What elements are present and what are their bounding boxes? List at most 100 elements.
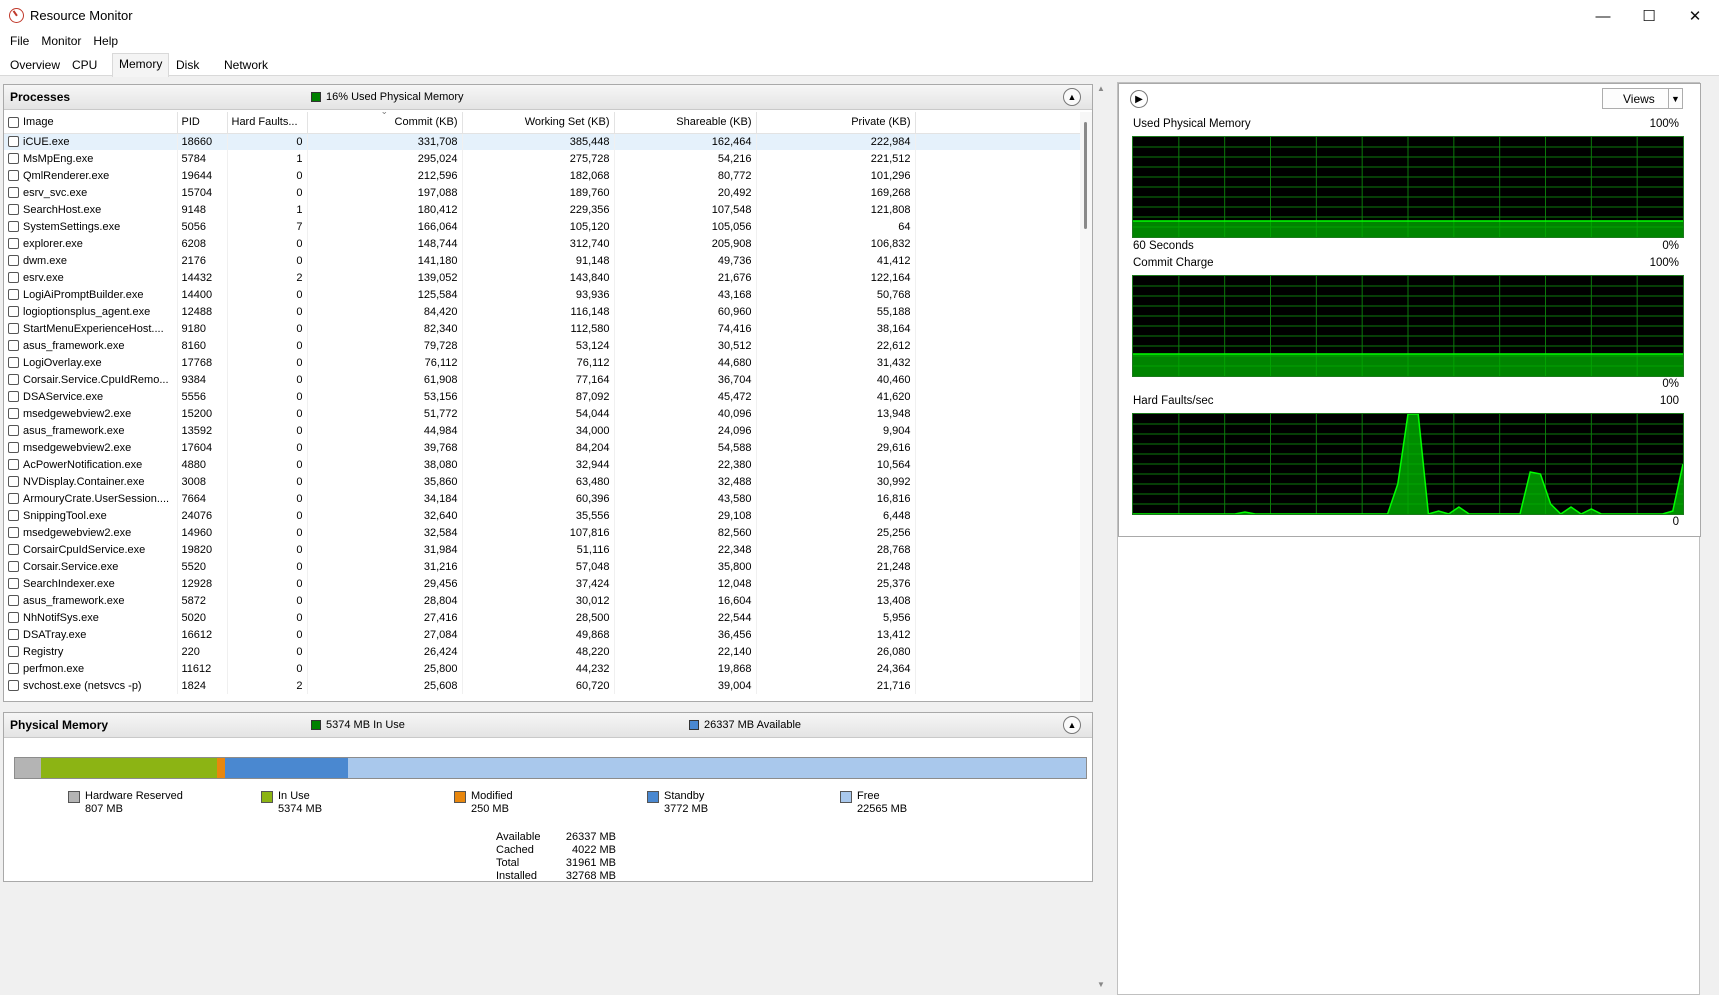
table-row[interactable]: esrv_svc.exe 15704 0 197,088 189,760 20,492 16… bbox=[4, 184, 1087, 201]
table-row[interactable]: iCUE.exe 18660 0 331,708 385,448 162,464 222,9… bbox=[4, 133, 1087, 150]
table-row[interactable]: logioptionsplus_agent.exe 12488 0 84,420 116… bbox=[4, 303, 1087, 320]
process-checkbox[interactable] bbox=[8, 221, 19, 233]
table-row[interactable]: SearchHost.exe 9148 1 180,412 229,356 107,548… bbox=[4, 201, 1087, 218]
scroll-down-icon[interactable]: ▼ bbox=[1097, 980, 1105, 989]
table-row[interactable]: MsMpEng.exe 5784 1 295,024 275,728 54,216 221,… bbox=[4, 150, 1087, 167]
table-row[interactable]: AcPowerNotification.exe 4880 0 38,080 32,944… bbox=[4, 456, 1087, 473]
process-checkbox[interactable] bbox=[8, 578, 19, 590]
minimize-button[interactable]: — bbox=[1580, 0, 1626, 32]
table-row[interactable]: asus_framework.exe 5872 0 28,804 30,012 16,60… bbox=[4, 592, 1087, 609]
table-row[interactable]: SystemSettings.exe 5056 7 166,064 105,120 105… bbox=[4, 218, 1087, 235]
process-checkbox[interactable] bbox=[8, 306, 19, 318]
table-row[interactable]: esrv.exe 14432 2 139,052 143,840 21,676 122,16… bbox=[4, 269, 1087, 286]
process-checkbox[interactable] bbox=[8, 272, 19, 284]
process-checkbox[interactable] bbox=[8, 680, 19, 692]
process-checkbox[interactable] bbox=[8, 238, 19, 250]
process-checkbox[interactable] bbox=[8, 544, 19, 556]
process-checkbox[interactable] bbox=[8, 646, 19, 658]
process-checkbox[interactable] bbox=[8, 595, 19, 607]
table-row[interactable]: Registry 220 0 26,424 48,220 22,140 26,080 bbox=[4, 643, 1087, 660]
column-working-set[interactable]: Working Set (KB) bbox=[462, 112, 615, 134]
close-button[interactable]: ✕ bbox=[1672, 0, 1718, 32]
right-pane-scrollbar[interactable] bbox=[1704, 82, 1719, 995]
process-checkbox[interactable] bbox=[8, 493, 19, 505]
menu-help[interactable]: Help bbox=[87, 32, 124, 52]
table-row[interactable]: Corsair.Service.exe 5520 0 31,216 57,048 35,8… bbox=[4, 558, 1087, 575]
menu-monitor[interactable]: Monitor bbox=[35, 32, 87, 52]
table-row[interactable]: perfmon.exe 11612 0 25,800 44,232 19,868 24,36… bbox=[4, 660, 1087, 677]
tab-cpu[interactable]: CPU bbox=[66, 55, 103, 76]
column-shareable[interactable]: Shareable (KB) bbox=[614, 112, 757, 134]
process-checkbox[interactable] bbox=[8, 561, 19, 573]
process-checkbox[interactable] bbox=[8, 340, 19, 352]
process-checkbox[interactable] bbox=[8, 153, 19, 165]
maximize-button[interactable]: ☐ bbox=[1626, 0, 1672, 32]
tab-overview[interactable]: Overview bbox=[4, 55, 66, 76]
process-checkbox[interactable] bbox=[8, 527, 19, 539]
process-checkbox[interactable] bbox=[8, 323, 19, 335]
process-checkbox[interactable] bbox=[8, 204, 19, 216]
collapse-physical-memory-button[interactable]: ▲ bbox=[1063, 716, 1081, 734]
table-row[interactable]: explorer.exe 6208 0 148,744 312,740 205,908 10… bbox=[4, 235, 1087, 252]
tab-disk[interactable]: Disk bbox=[170, 55, 205, 76]
table-row[interactable]: SnippingTool.exe 24076 0 32,640 35,556 29,108… bbox=[4, 507, 1087, 524]
column-commit[interactable]: ⌄Commit (KB) bbox=[307, 112, 463, 134]
row-filler bbox=[915, 507, 1087, 524]
table-row[interactable]: Corsair.Service.CpuIdRemo... 9384 0 61,908 7… bbox=[4, 371, 1087, 388]
expand-graphs-button[interactable]: ▶ bbox=[1130, 90, 1148, 108]
left-pane-scrollbar[interactable]: ▲ ▼ bbox=[1095, 82, 1110, 995]
process-checkbox[interactable] bbox=[8, 663, 19, 675]
processes-scrollbar[interactable] bbox=[1080, 112, 1092, 701]
table-row[interactable]: DSAService.exe 5556 0 53,156 87,092 45,472 41,… bbox=[4, 388, 1087, 405]
table-row[interactable]: StartMenuExperienceHost.... 9180 0 82,340 11… bbox=[4, 320, 1087, 337]
select-all-checkbox[interactable] bbox=[8, 116, 19, 128]
table-row[interactable]: ArmouryCrate.UserSession.... 7664 0 34,184 6… bbox=[4, 490, 1087, 507]
views-dropdown-icon[interactable]: ▼ bbox=[1668, 89, 1682, 108]
table-row[interactable]: asus_framework.exe 8160 0 79,728 53,124 30,51… bbox=[4, 337, 1087, 354]
table-row[interactable]: dwm.exe 2176 0 141,180 91,148 49,736 41,412 bbox=[4, 252, 1087, 269]
column-image[interactable]: Image bbox=[4, 112, 178, 134]
process-checkbox[interactable] bbox=[8, 187, 19, 199]
table-row[interactable]: msedgewebview2.exe 17604 0 39,768 84,204 54,5… bbox=[4, 439, 1087, 456]
views-button[interactable]: Views ▼ bbox=[1602, 88, 1683, 109]
table-row[interactable]: LogiOverlay.exe 17768 0 76,112 76,112 44,680 3… bbox=[4, 354, 1087, 371]
process-checkbox[interactable] bbox=[8, 459, 19, 471]
processes-header[interactable]: Processes 16% Used Physical Memory ▲ bbox=[4, 85, 1092, 110]
table-row[interactable]: SearchIndexer.exe 12928 0 29,456 37,424 12,04… bbox=[4, 575, 1087, 592]
physical-memory-header[interactable]: Physical Memory 5374 MB In Use 26337 MB … bbox=[4, 713, 1092, 738]
process-checkbox[interactable] bbox=[8, 289, 19, 301]
table-row[interactable]: DSATray.exe 16612 0 27,084 49,868 36,456 13,41… bbox=[4, 626, 1087, 643]
table-row[interactable]: LogiAiPromptBuilder.exe 14400 0 125,584 93,9… bbox=[4, 286, 1087, 303]
process-checkbox[interactable] bbox=[8, 476, 19, 488]
process-checkbox[interactable] bbox=[8, 357, 19, 369]
table-row[interactable]: NVDisplay.Container.exe 3008 0 35,860 63,480… bbox=[4, 473, 1087, 490]
process-checkbox[interactable] bbox=[8, 136, 19, 148]
column-hard-faults[interactable]: Hard Faults... bbox=[227, 112, 308, 134]
column-pid[interactable]: PID bbox=[177, 112, 228, 134]
tab-memory[interactable]: Memory bbox=[112, 53, 170, 77]
tab-network[interactable]: Network bbox=[218, 55, 274, 76]
process-hard-faults-cell: 0 bbox=[227, 286, 308, 303]
scroll-up-icon[interactable]: ▲ bbox=[1097, 84, 1105, 93]
process-checkbox[interactable] bbox=[8, 408, 19, 420]
process-checkbox[interactable] bbox=[8, 170, 19, 182]
process-checkbox[interactable] bbox=[8, 510, 19, 522]
process-checkbox[interactable] bbox=[8, 442, 19, 454]
process-checkbox[interactable] bbox=[8, 255, 19, 267]
menu-file[interactable]: File bbox=[4, 32, 35, 52]
table-row[interactable]: asus_framework.exe 13592 0 44,984 34,000 24,0… bbox=[4, 422, 1087, 439]
process-checkbox[interactable] bbox=[8, 425, 19, 437]
table-row[interactable]: msedgewebview2.exe 15200 0 51,772 54,044 40,0… bbox=[4, 405, 1087, 422]
process-checkbox[interactable] bbox=[8, 374, 19, 386]
processes-scrollbar-thumb[interactable] bbox=[1084, 122, 1087, 229]
table-row[interactable]: msedgewebview2.exe 14960 0 32,584 107,816 82,… bbox=[4, 524, 1087, 541]
table-row[interactable]: svchost.exe (netsvcs -p) 1824 2 25,608 60,72… bbox=[4, 677, 1087, 694]
process-checkbox[interactable] bbox=[8, 612, 19, 624]
table-row[interactable]: QmlRenderer.exe 19644 0 212,596 182,068 80,77… bbox=[4, 167, 1087, 184]
process-checkbox[interactable] bbox=[8, 391, 19, 403]
process-checkbox[interactable] bbox=[8, 629, 19, 641]
collapse-processes-button[interactable]: ▲ bbox=[1063, 88, 1081, 106]
column-private[interactable]: Private (KB) bbox=[756, 112, 916, 134]
table-row[interactable]: NhNotifSys.exe 5020 0 27,416 28,500 22,544 5,9… bbox=[4, 609, 1087, 626]
table-row[interactable]: CorsairCpuIdService.exe 19820 0 31,984 51,11… bbox=[4, 541, 1087, 558]
